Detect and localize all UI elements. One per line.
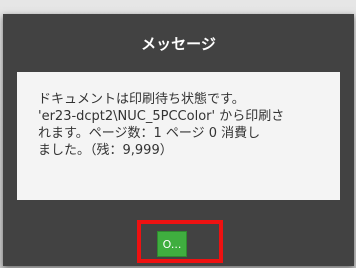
message-text: ドキュメントは印刷待ち状態です。 'er23-dcpt2\NUC_5PCColo… bbox=[38, 92, 285, 158]
dialog-footer: O... bbox=[3, 200, 354, 266]
dialog-body: ドキュメントは印刷待ち状態です。 'er23-dcpt2\NUC_5PCColo… bbox=[17, 72, 340, 200]
message-dialog: メッセージ ドキュメントは印刷待ち状態です。 'er23-dcpt2\NUC_5… bbox=[3, 14, 354, 266]
ok-button[interactable]: O... bbox=[157, 231, 187, 257]
dialog-title: メッセージ bbox=[141, 34, 216, 53]
highlight-frame: O... bbox=[137, 220, 223, 263]
